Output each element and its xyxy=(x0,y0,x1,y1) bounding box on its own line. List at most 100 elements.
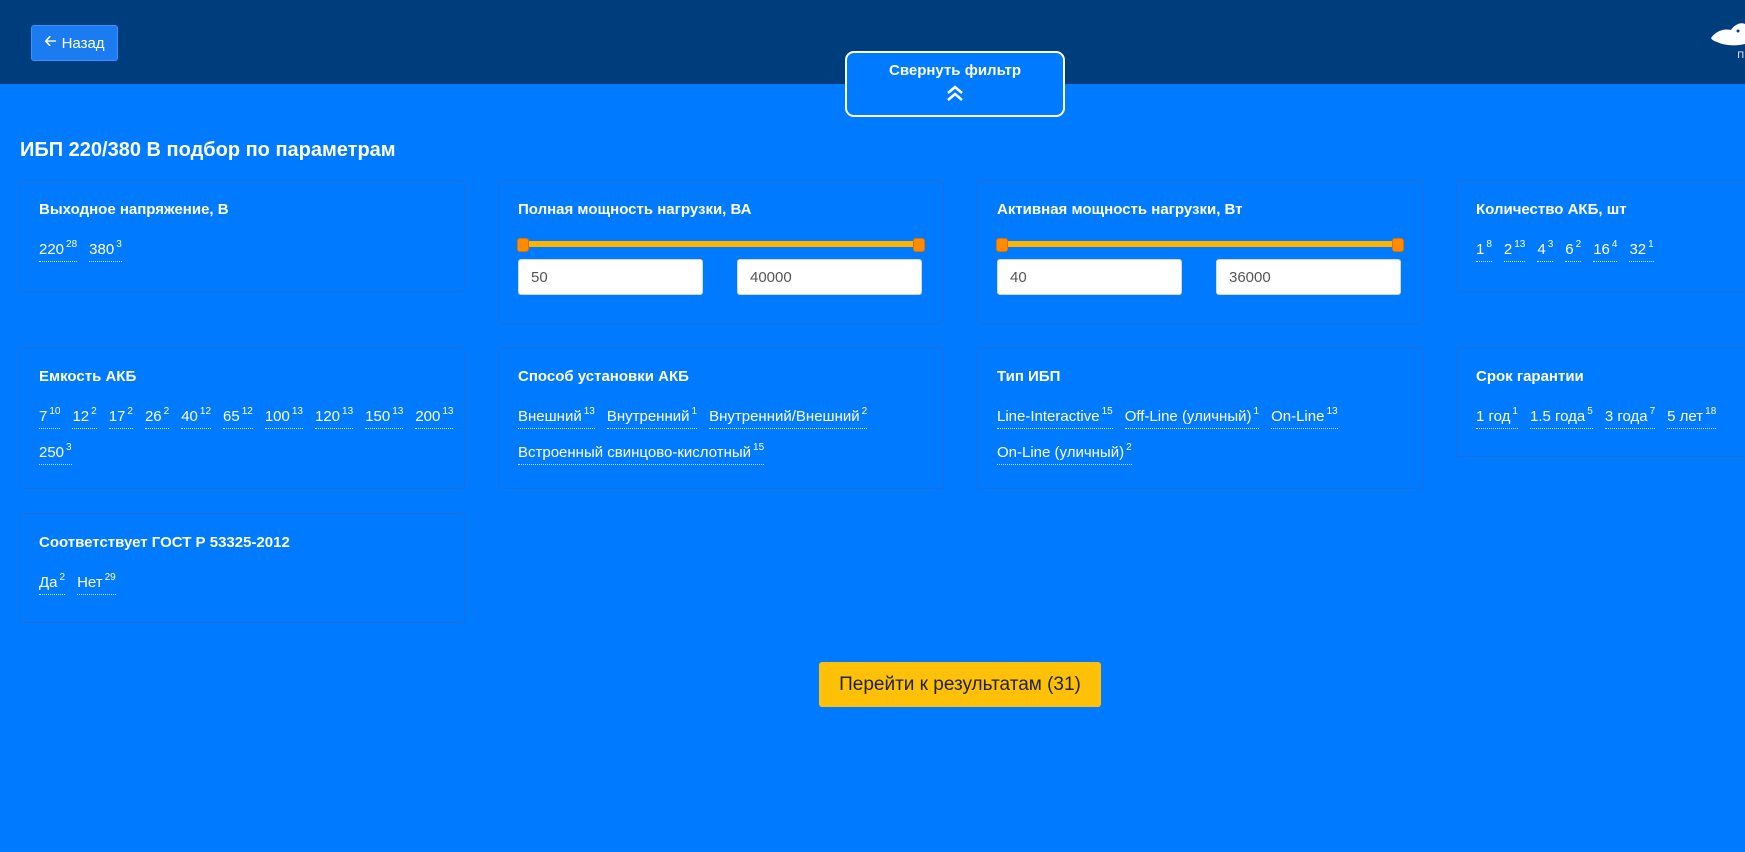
filter-option[interactable]: Line-Interactive 15 xyxy=(997,402,1113,429)
filter-option-label: 150 xyxy=(365,408,391,425)
filter-option-label: 5 лет xyxy=(1667,408,1704,425)
logo[interactable]: П xyxy=(1705,18,1745,64)
filter-option[interactable]: 40 12 xyxy=(181,402,212,429)
filter-option[interactable]: On-Line 13 xyxy=(1271,402,1338,429)
filter-option[interactable]: Встроенный свинцово-кислотный 15 xyxy=(518,438,765,465)
filter-option-count: 13 xyxy=(392,406,404,417)
option-list: 220 28 380 3 xyxy=(39,235,454,262)
filter-option[interactable]: 2 13 xyxy=(1503,235,1526,262)
filter-option-label: 3 года xyxy=(1604,408,1648,425)
collapse-filter-button[interactable]: Свернуть фильтр xyxy=(845,51,1065,117)
slider-track xyxy=(997,241,1403,247)
back-button[interactable]: 🡠 Назад xyxy=(31,25,118,61)
slider-max-handle[interactable] xyxy=(913,238,925,252)
filter-option-count: 2 xyxy=(91,406,97,417)
filter-option-label: 380 xyxy=(89,241,115,258)
filter-option-label: 7 xyxy=(39,408,48,425)
filter-full-power: Полная мощность нагрузки, ВА xyxy=(498,180,944,324)
logo-text: П xyxy=(1737,50,1745,60)
filter-option[interactable]: 32 1 xyxy=(1629,235,1654,262)
option-list: 1 год 1 1.5 года 5 3 года 7 5 лет 18 xyxy=(1476,402,1745,429)
min-power-input[interactable] xyxy=(518,259,703,295)
filter-option[interactable]: 7 10 xyxy=(39,402,61,429)
show-results-button[interactable]: Перейти к результатам (31) xyxy=(819,662,1101,707)
arrow-left-icon: 🡠 xyxy=(44,32,57,50)
filter-option-count: 1 xyxy=(1512,406,1518,417)
filter-option-count: 1 xyxy=(1648,239,1654,250)
filter-voltage: Выходное напряжение, В 220 28 380 3 xyxy=(19,180,465,292)
filter-option[interactable]: 26 2 xyxy=(144,402,170,429)
filter-option-label: 1.5 года xyxy=(1529,408,1586,425)
filter-option[interactable]: 62 xyxy=(1565,235,1582,262)
filter-option-label: 120 xyxy=(315,408,341,425)
filter-option[interactable]: 150 13 xyxy=(365,402,404,429)
filter-option-count: 15 xyxy=(1101,406,1113,417)
filter-option-count: 18 xyxy=(1705,406,1717,417)
filter-option[interactable]: On-Line (уличный) 2 xyxy=(997,438,1132,465)
filter-active-power: Активная мощность нагрузки, Вт xyxy=(977,180,1423,324)
option-list: Line-Interactive 15 Off-Line (уличный) 1 On-… xyxy=(997,402,1412,465)
min-active-power-input[interactable] xyxy=(997,259,1182,295)
filter-option-count: 3 xyxy=(116,239,122,250)
filter-option-count: 15 xyxy=(753,442,765,453)
slider-min-handle[interactable] xyxy=(517,238,529,252)
filter-option[interactable]: 1.5 года 5 xyxy=(1529,402,1593,429)
filter-option-label: Внутренний xyxy=(606,408,690,425)
filter-option-count: 13 xyxy=(442,406,454,417)
filter-option[interactable]: Да 2 xyxy=(39,568,66,595)
slider-track xyxy=(518,241,924,247)
filter-option[interactable]: 250 3 xyxy=(39,438,72,465)
filter-option[interactable]: Внутренний/Внешний 2 xyxy=(709,402,868,429)
filter-option[interactable]: 200 13 xyxy=(415,402,454,429)
filter-option[interactable]: 3 года 7 xyxy=(1604,402,1656,429)
option-list: Да 2 Нет 29 xyxy=(39,568,454,595)
range-slider[interactable] xyxy=(517,238,925,252)
filter-option-label: 1 год xyxy=(1476,408,1511,425)
filter-title: Выходное напряжение, В xyxy=(39,201,229,218)
slider-max-handle[interactable] xyxy=(1392,238,1404,252)
filter-option[interactable]: 65 12 xyxy=(223,402,253,429)
slider-min-handle[interactable] xyxy=(996,238,1008,252)
filter-option[interactable]: 17 2 xyxy=(108,402,133,429)
filter-title: Тип ИБП xyxy=(997,368,1061,385)
filter-title: Соответствует ГОСТ Р 53325-2012 xyxy=(39,534,290,551)
filter-option[interactable]: Внутренний 1 xyxy=(606,402,698,429)
logo-icon xyxy=(1711,23,1745,46)
filter-option-count: 2 xyxy=(861,406,868,417)
filter-title: Активная мощность нагрузки, Вт xyxy=(997,201,1243,218)
filter-option[interactable]: Off-Line (уличный) 1 xyxy=(1124,402,1260,429)
filter-option-label: Внешний xyxy=(518,408,582,425)
filter-option-count: 5 xyxy=(1587,406,1593,417)
filter-option-count: 12 xyxy=(199,406,212,417)
filter-option-count: 2 xyxy=(1126,442,1132,453)
max-active-power-input[interactable] xyxy=(1216,259,1401,295)
filter-title: Полная мощность нагрузки, ВА xyxy=(518,201,752,218)
filter-option[interactable]: 120 13 xyxy=(315,402,354,429)
filter-option[interactable]: 1 год 1 xyxy=(1476,402,1518,429)
filter-option[interactable]: 220 28 xyxy=(39,235,78,262)
filter-option-label: Line-Interactive xyxy=(997,408,1100,425)
filter-option[interactable]: 380 3 xyxy=(89,235,122,262)
filter-option-count: 29 xyxy=(104,572,116,583)
filter-option[interactable]: 12 2 xyxy=(72,402,97,429)
filter-option[interactable]: Внешний 13 xyxy=(518,402,595,429)
filter-option[interactable]: 100 13 xyxy=(264,402,303,429)
filter-option[interactable]: 5 лет 18 xyxy=(1667,402,1717,429)
max-power-input[interactable] xyxy=(737,259,922,295)
filter-option-label: 65 xyxy=(223,408,240,425)
filter-option[interactable]: 43 xyxy=(1537,235,1554,262)
range-slider[interactable] xyxy=(996,238,1404,252)
filter-option[interactable]: 16 4 xyxy=(1593,235,1618,262)
filter-option-label: 220 xyxy=(39,241,65,258)
filter-option-label: 16 xyxy=(1593,241,1610,258)
filter-option-label: 32 xyxy=(1629,241,1647,258)
filter-option-label: 200 xyxy=(415,408,441,425)
filter-option-count: 13 xyxy=(583,406,595,417)
filter-option-count: 28 xyxy=(66,239,78,250)
filter-option[interactable]: 18 xyxy=(1476,235,1492,262)
filter-option-count: 3 xyxy=(1547,239,1554,250)
filter-warranty: Срок гарантии 1 год 1 1.5 года 5 3 года 7 5 ле… xyxy=(1456,347,1745,457)
filter-option-count: 2 xyxy=(127,406,133,417)
filter-option-label: 100 xyxy=(264,408,290,425)
filter-option[interactable]: Нет 29 xyxy=(77,568,116,595)
